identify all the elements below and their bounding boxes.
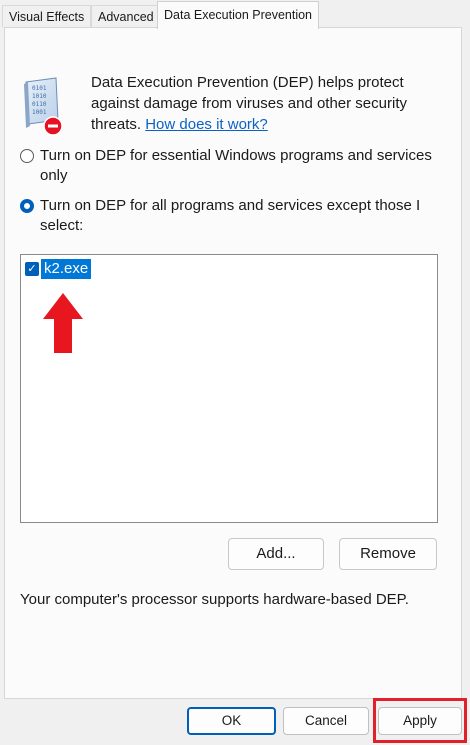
option-essential-only-label: Turn on DEP for essential Windows progra… <box>40 147 432 184</box>
ok-button[interactable]: OK <box>187 707 276 735</box>
svg-text:1010: 1010 <box>32 93 47 100</box>
option-essential-only[interactable]: Turn on DEP for essential Windows progra… <box>20 146 440 186</box>
svg-text:1001: 1001 <box>32 109 47 116</box>
tab-data-execution-prevention[interactable]: Data Execution Prevention <box>157 1 320 29</box>
option-all-except-selected[interactable]: Turn on DEP for all programs and service… <box>20 196 440 236</box>
how-does-it-work-link[interactable]: How does it work? <box>145 116 268 133</box>
dep-shield-icon: 0101 1010 0110 1001 <box>24 77 63 136</box>
tab-advanced[interactable]: Advanced <box>91 5 161 27</box>
radio-essential-only[interactable] <box>20 149 34 163</box>
apply-button[interactable]: Apply <box>378 707 462 735</box>
svg-text:0110: 0110 <box>32 101 47 108</box>
cancel-button[interactable]: Cancel <box>283 707 369 735</box>
remove-button[interactable]: Remove <box>339 538 437 570</box>
add-button[interactable]: Add... <box>228 538 324 570</box>
tab-visual-effects[interactable]: Visual Effects <box>2 5 92 27</box>
radio-all-except-selected[interactable] <box>20 199 34 213</box>
list-item[interactable]: ✓ k2.exe <box>25 259 92 279</box>
list-item-label: k2.exe <box>41 259 92 279</box>
svg-text:0101: 0101 <box>32 85 47 92</box>
dep-description: Data Execution Prevention (DEP) helps pr… <box>91 72 446 135</box>
red-arrow-annotation-icon <box>43 293 83 353</box>
tab-strip: Visual Effects Advanced Data Execution P… <box>0 0 470 29</box>
dep-tab-panel: 0101 1010 0110 1001 Data Execution Preve… <box>4 27 462 699</box>
performance-options-dialog: Visual Effects Advanced Data Execution P… <box>0 0 470 745</box>
exceptions-list[interactable]: ✓ k2.exe <box>20 254 438 523</box>
list-item-checkbox[interactable]: ✓ <box>25 262 39 276</box>
option-all-except-selected-label: Turn on DEP for all programs and service… <box>40 197 421 234</box>
processor-dep-status: Your computer's processor supports hardw… <box>20 591 409 608</box>
